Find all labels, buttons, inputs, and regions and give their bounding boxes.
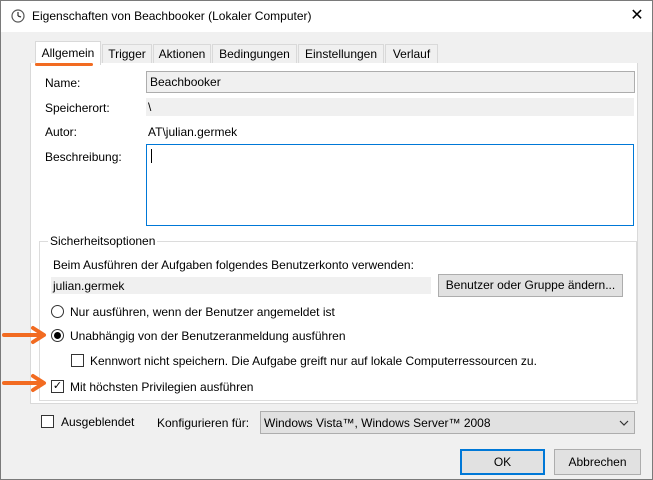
description-textarea[interactable] [146, 144, 634, 226]
radio-logged-on-label: Nur ausführen, wenn der Benutzer angemel… [70, 305, 335, 319]
ok-button[interactable]: OK [460, 449, 545, 475]
radio-independent[interactable] [51, 329, 64, 342]
title-bar: Eigenschaften von Beachbooker (Lokaler C… [1, 1, 652, 32]
author-value: AT\julian.germek [148, 125, 238, 139]
no-password-option[interactable]: Kennwort nicht speichern. Die Aufgabe gr… [71, 353, 571, 369]
chevron-down-icon [619, 420, 629, 426]
account-field: julian.germek [51, 277, 431, 294]
cancel-button[interactable]: Abbrechen [554, 449, 641, 475]
configure-select[interactable]: Windows Vista™, Windows Server™ 2008 [260, 411, 635, 434]
highest-privileges-checkbox[interactable]: ✓ [51, 380, 64, 393]
security-options-title: Sicherheitsoptionen [48, 234, 158, 248]
description-label: Beschreibung: [45, 150, 122, 164]
tab-verlauf[interactable]: Verlauf [385, 44, 438, 64]
tab-aktionen[interactable]: Aktionen [153, 44, 211, 64]
annotation-arrow-icon [2, 374, 46, 392]
window-title: Eigenschaften von Beachbooker (Lokaler C… [32, 9, 312, 23]
name-value: Beachbooker [150, 75, 221, 89]
account-value: julian.germek [53, 279, 125, 293]
hidden-label: Ausgeblendet [61, 415, 135, 429]
properties-dialog: Eigenschaften von Beachbooker (Lokaler C… [0, 0, 653, 480]
author-label: Autor: [45, 125, 78, 139]
text-caret [151, 149, 152, 163]
configure-value: Windows Vista™, Windows Server™ 2008 [264, 416, 491, 430]
name-field[interactable]: Beachbooker [146, 71, 635, 93]
change-user-button[interactable]: Benutzer oder Gruppe ändern... [438, 274, 623, 297]
name-label: Name: [45, 76, 81, 90]
radio-logged-on[interactable] [51, 305, 64, 318]
tab-bedingungen[interactable]: Bedingungen [212, 44, 297, 64]
highest-privileges-label: Mit höchsten Privilegien ausführen [70, 380, 254, 394]
radio-independent-option[interactable]: Unabhängig von der Benutzeranmeldung aus… [51, 328, 451, 344]
no-password-label: Kennwort nicht speichern. Die Aufgabe gr… [90, 354, 537, 368]
highest-privileges-option[interactable]: ✓ Mit höchsten Privilegien ausführen [51, 379, 451, 395]
radio-selected-dot [54, 332, 61, 339]
annotation-underline [35, 63, 93, 66]
no-password-checkbox[interactable] [71, 354, 84, 367]
location-label: Speicherort: [45, 101, 110, 115]
hidden-option[interactable]: Ausgeblendet [41, 415, 161, 431]
account-prompt: Beim Ausführen der Aufgaben folgendes Be… [53, 258, 414, 272]
clock-icon [11, 9, 25, 23]
annotation-arrow-icon [2, 326, 46, 344]
radio-independent-label: Unabhängig von der Benutzeranmeldung aus… [70, 329, 346, 343]
close-button[interactable]: ✕ [623, 3, 651, 29]
tab-einstellungen[interactable]: Einstellungen [298, 44, 384, 64]
configure-label: Konfigurieren für: [157, 416, 250, 430]
tab-allgemein[interactable]: Allgemein [35, 41, 101, 65]
hidden-checkbox[interactable] [41, 415, 54, 428]
radio-logged-on-option[interactable]: Nur ausführen, wenn der Benutzer angemel… [51, 304, 451, 320]
location-field: \ [146, 98, 634, 116]
tab-trigger[interactable]: Trigger [102, 44, 152, 64]
location-value: \ [148, 100, 152, 114]
